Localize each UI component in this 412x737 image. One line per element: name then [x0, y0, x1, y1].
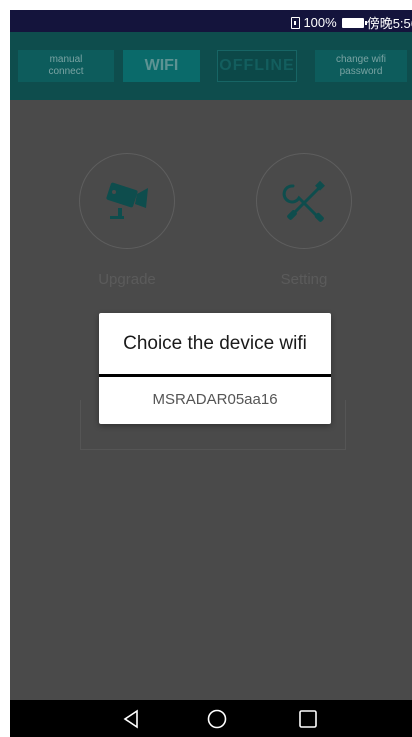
setting-label: Setting [280, 271, 328, 288]
recent-apps-icon[interactable] [297, 708, 319, 730]
home-icon[interactable] [206, 708, 228, 730]
wifi-choice-dialog: Choice the device wifi MSRADAR05aa16 [99, 313, 331, 424]
app-screen: 100% 傍晚5:56 manual connect WIFI OFFLINE … [10, 10, 412, 737]
tab-manual-connect[interactable]: manual connect [18, 50, 114, 82]
battery-percent: 100% [303, 15, 337, 30]
tab-wifi[interactable]: WIFI [123, 50, 200, 82]
sim-card-icon [291, 16, 301, 29]
clock: 傍晚5:56 [366, 16, 412, 31]
navigation-bar [10, 700, 412, 737]
upgrade-button[interactable]: Upgrade [77, 153, 177, 288]
dialog-title: Choice the device wifi [99, 313, 331, 377]
status-bar: 100% 傍晚5:56 [10, 10, 412, 32]
battery-icon [341, 17, 367, 28]
upgrade-circle[interactable] [79, 153, 175, 249]
wifi-option-item[interactable]: MSRADAR05aa16 [99, 377, 331, 421]
status-right: 100% 傍晚5:56 [291, 13, 412, 32]
tab-change-wifi-password[interactable]: change wifi password [315, 50, 407, 82]
top-tab-bar: manual connect WIFI OFFLINE change wifi … [10, 32, 412, 100]
setting-button[interactable]: Setting [254, 153, 354, 288]
upgrade-label: Upgrade [98, 271, 156, 288]
camera-icon [106, 182, 148, 219]
back-icon[interactable] [120, 708, 142, 730]
tab-offline[interactable]: OFFLINE [217, 50, 297, 82]
setting-circle[interactable] [256, 153, 352, 249]
tools-icon [282, 180, 325, 222]
